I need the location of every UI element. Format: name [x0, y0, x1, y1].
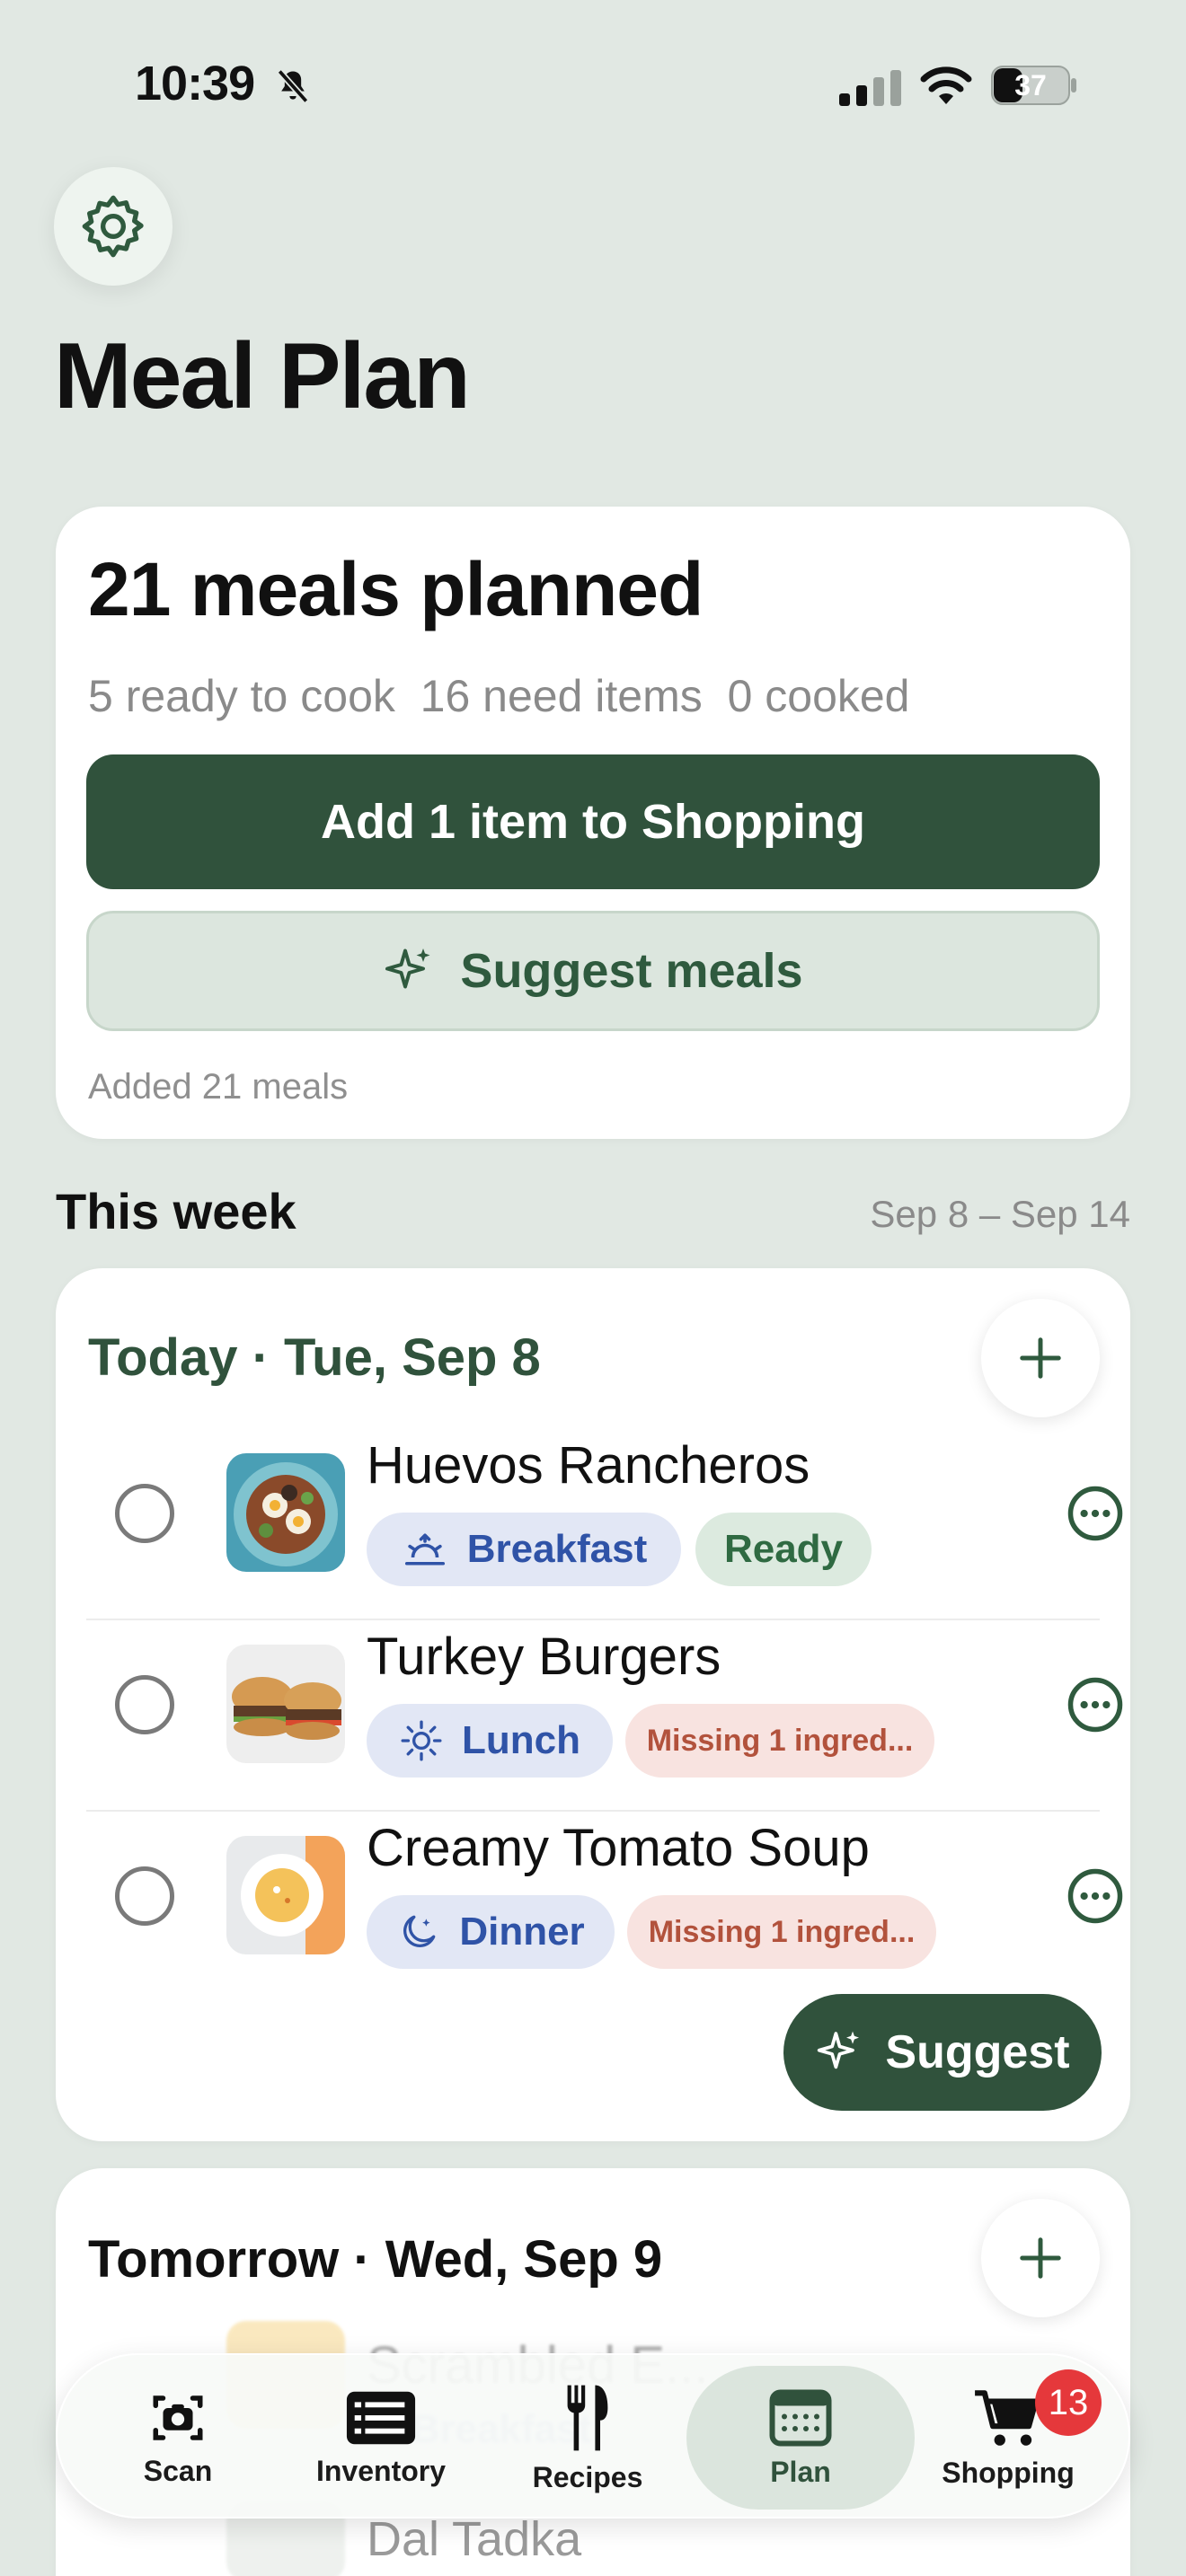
status-badge: Missing 1 ingred...: [627, 1895, 936, 1969]
meal-row[interactable]: Turkey Burgers Lunch Missing 1 ingred...: [86, 1621, 1123, 1812]
tab-inventory[interactable]: Inventory: [291, 2355, 471, 2520]
page-title: Meal Plan: [54, 324, 471, 428]
suggest-button[interactable]: Suggest: [783, 1994, 1102, 2111]
meal-name: Creamy Tomato Soup: [367, 1819, 870, 1877]
shopping-count-badge: 13: [1035, 2369, 1102, 2436]
status-badge: Missing 1 ingred...: [625, 1704, 934, 1778]
add-to-shopping-button[interactable]: Add 1 item to Shopping: [86, 754, 1100, 889]
tab-bar: Scan Inventory Recipes Plan Shopping 13: [56, 2353, 1130, 2519]
suggest-meals-button[interactable]: Suggest meals: [86, 911, 1100, 1031]
meal-image-creamy-tomato-soup: [226, 1836, 345, 1954]
meals-planned-count: 21 meals planned: [88, 547, 704, 631]
sparkles-icon: [818, 2031, 860, 2069]
more-options-icon[interactable]: [1066, 1675, 1125, 1734]
day-title-today: Today · Tue, Sep 8: [88, 1328, 541, 1387]
stat-ready: 5 ready to cook: [88, 671, 395, 721]
list-icon: [346, 2391, 416, 2444]
section-title-this-week: This week: [56, 1183, 296, 1239]
status-badge: Ready: [695, 1513, 872, 1586]
day-card-today: Today · Tue, Sep 8 Huevos Rancheros Brea…: [56, 1268, 1130, 2141]
cellular-signal-icon: [839, 70, 901, 106]
cart-icon: [975, 2389, 1039, 2446]
meal-type-label: Dinner: [459, 1910, 585, 1954]
tab-recipes[interactable]: Recipes: [498, 2355, 677, 2520]
tab-plan[interactable]: Plan: [711, 2355, 890, 2520]
status-time: 10:39: [135, 57, 255, 110]
tab-label: Recipes: [532, 2460, 643, 2493]
cooked-checkbox[interactable]: [115, 1484, 174, 1543]
summary-card: 21 meals planned 5 ready to cook 16 need…: [56, 507, 1130, 1139]
battery-level: 37: [1014, 68, 1047, 101]
meal-name: Huevos Rancheros: [367, 1436, 810, 1495]
tab-label: Inventory: [315, 2454, 447, 2487]
bell-muted-icon: [277, 69, 309, 103]
cooked-checkbox[interactable]: [115, 1675, 174, 1734]
summary-stats: 5 ready to cook 16 need items 0 cooked: [88, 670, 910, 722]
day-title-tomorrow: Tomorrow · Wed, Sep 9: [88, 2230, 663, 2289]
plus-icon: [1020, 1337, 1061, 1379]
meal-name: Turkey Burgers: [367, 1628, 721, 1686]
meal-type-badge: Breakfast: [367, 1513, 681, 1586]
meal-image-turkey-burgers: [226, 1645, 345, 1763]
meal-row[interactable]: Huevos Rancheros Breakfast Ready: [86, 1430, 1123, 1620]
tab-label: Scan: [143, 2454, 213, 2487]
meal-type-label: Breakfast: [466, 1527, 648, 1571]
summary-note: Added 21 meals: [88, 1067, 349, 1107]
stat-need-items: 16 need items: [420, 671, 703, 721]
add-meal-tomorrow-button[interactable]: [981, 2199, 1100, 2317]
wifi-icon: [920, 66, 972, 104]
settings-button[interactable]: [54, 167, 173, 286]
meal-row[interactable]: Creamy Tomato Soup Dinner Missing 1 ingr…: [86, 1813, 1123, 2003]
plus-icon: [1020, 2237, 1061, 2279]
meal-image-huevos-rancheros: [226, 1453, 345, 1572]
tab-label: Shopping: [942, 2456, 1075, 2489]
moon-icon: [403, 1915, 436, 1947]
cooked-checkbox[interactable]: [115, 1866, 174, 1926]
tab-scan[interactable]: Scan: [88, 2355, 268, 2520]
sun-icon: [401, 1720, 442, 1761]
fork-knife-icon: [567, 2385, 608, 2450]
more-options-icon[interactable]: [1066, 1866, 1125, 1926]
battery-indicator: 37: [990, 65, 1078, 106]
tab-label: Plan: [770, 2455, 831, 2488]
meal-type-badge: Dinner: [367, 1895, 615, 1969]
meal-type-label: Lunch: [462, 1718, 580, 1762]
meal-type-badge: Lunch: [367, 1704, 613, 1778]
calendar-icon: [769, 2389, 832, 2446]
add-meal-today-button[interactable]: [981, 1299, 1100, 1417]
sunrise-icon: [404, 1533, 445, 1566]
week-date-range: Sep 8 – Sep 14: [870, 1193, 1130, 1235]
sparkles-icon: [385, 948, 430, 989]
more-options-icon[interactable]: [1066, 1484, 1125, 1543]
stat-cooked: 0 cooked: [727, 671, 910, 721]
suggest-meals-label: Suggest meals: [460, 944, 803, 998]
gear-icon: [82, 195, 144, 258]
suggest-label: Suggest: [885, 2026, 1070, 2078]
camera-icon: [153, 2395, 203, 2440]
